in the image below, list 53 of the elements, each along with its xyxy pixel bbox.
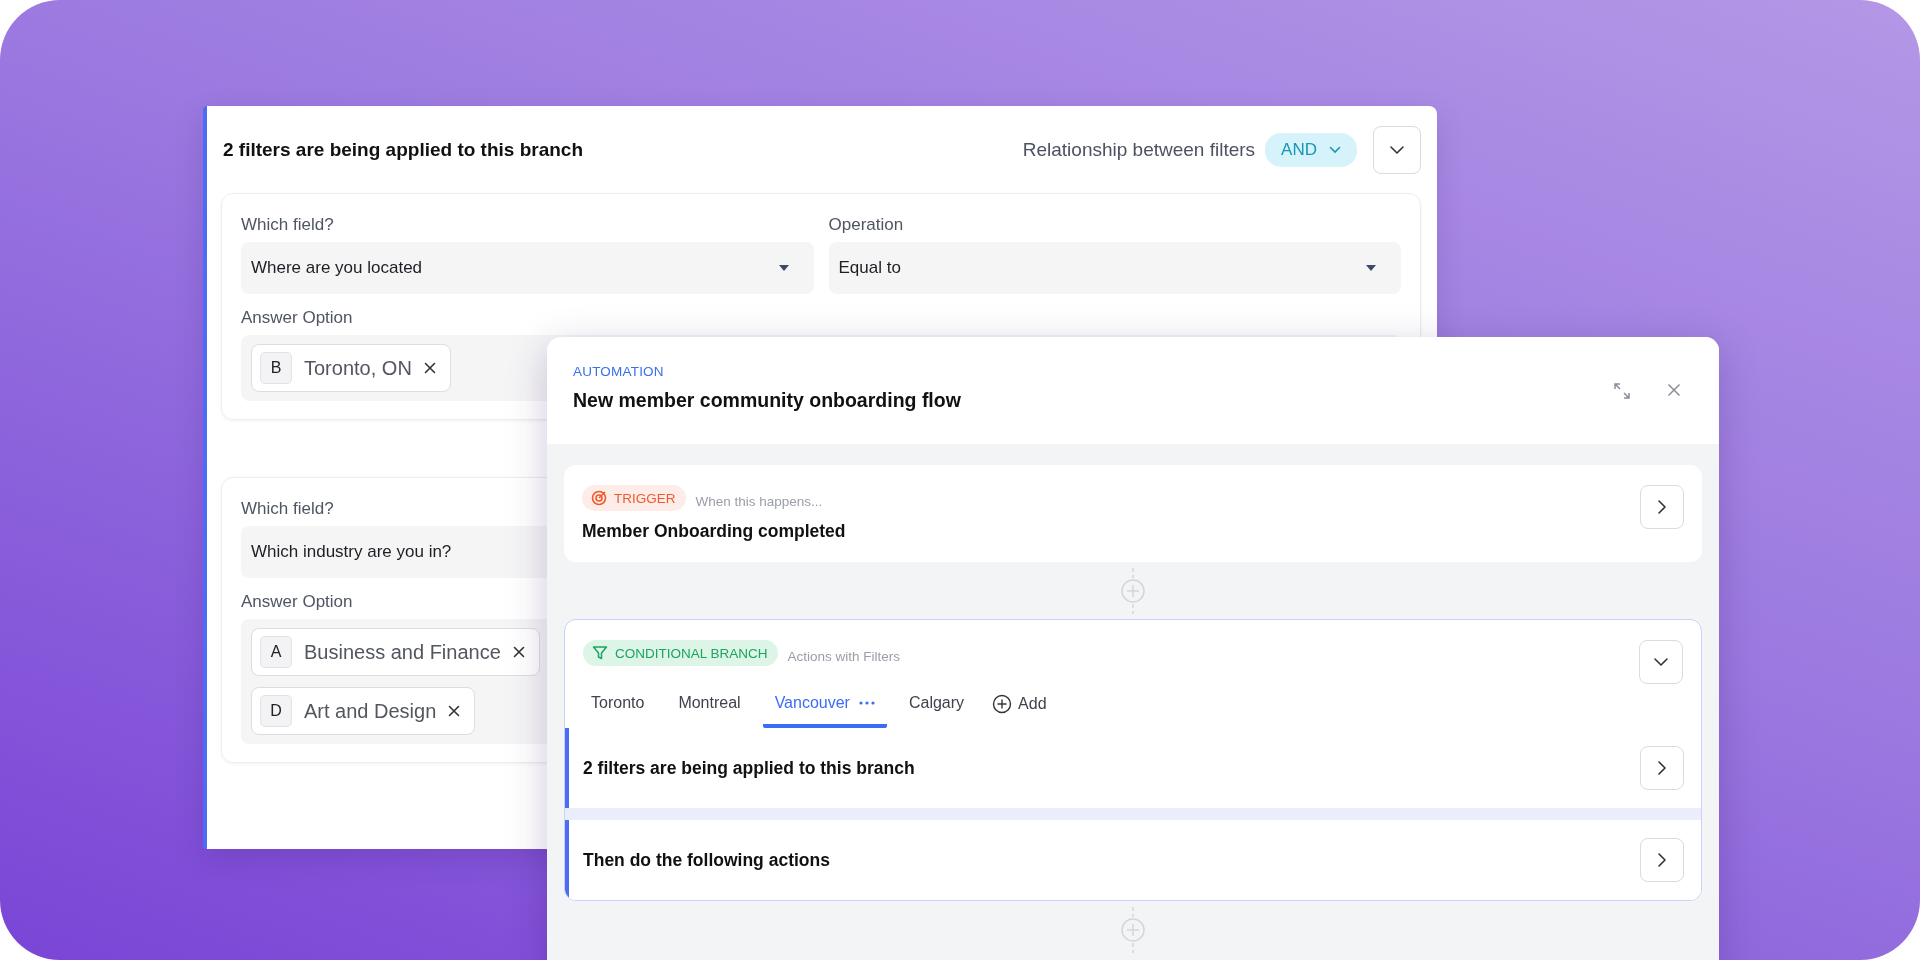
remove-icon[interactable] [423,362,436,374]
field-label: Operation [828,214,904,236]
panel-title: 2 filters are being applied to this branch [223,138,584,161]
branch-row[interactable]: Then do the following actions [565,820,1701,900]
open-button[interactable] [1640,746,1684,790]
chevron-down-icon [1653,657,1669,667]
plus-circle-icon [992,694,1013,714]
add-step-icon[interactable] [1120,906,1146,953]
more-icon[interactable] [858,701,875,705]
expand-icon [1613,382,1631,400]
chevron-down-icon [1329,145,1341,154]
option-text: Toronto, ON [304,356,412,380]
step-hint: Actions with Filters [787,649,901,664]
panel-title: New member community onboarding flow [573,389,961,412]
branch-tab[interactable]: Toronto [579,684,657,728]
branch-badge: CONDITIONAL BRANCH [583,640,778,666]
option-letter: D [260,695,292,727]
field-label: Which field? [241,498,334,520]
chevron-right-icon [1657,760,1667,776]
row-title: 2 filters are being applied to this branch [583,757,915,779]
trigger-badge: TRIGGER [582,485,686,511]
remove-icon[interactable] [448,705,461,717]
close-icon [1667,382,1681,397]
step-hint: When this happens... [695,494,823,509]
expand-button[interactable] [1613,382,1631,400]
option-text: Business and Finance [304,640,501,664]
field-select[interactable]: Where are you located [241,242,814,294]
option-text: Art and Design [304,699,437,723]
branch-tab[interactable]: Calgary [896,684,977,728]
collapse-button[interactable] [1639,640,1683,684]
chevron-right-icon [1657,852,1667,868]
remove-icon[interactable] [512,646,525,658]
open-button[interactable] [1640,838,1684,882]
field-label: Answer Option [241,307,353,329]
row-title: Then do the following actions [583,849,830,871]
branch-tab[interactable]: Montreal [666,684,753,728]
panel-eyebrow: AUTOMATION [573,364,665,379]
add-step-icon[interactable] [1120,567,1146,614]
filter-icon [592,645,608,661]
option-letter: A [260,636,292,668]
chevron-down-icon [1389,144,1405,155]
field-label: Answer Option [241,591,353,613]
open-button[interactable] [1640,485,1684,529]
caret-icon [1365,264,1377,272]
operation-select[interactable]: Equal to [828,242,1401,294]
relationship-label: Relationship between filters [1022,138,1256,161]
collapse-button[interactable] [1373,125,1421,174]
target-icon [591,490,607,506]
chevron-right-icon [1657,499,1667,515]
field-label: Which field? [241,214,334,236]
option-letter: B [260,352,292,384]
add-branch-button[interactable]: Add [986,684,1053,728]
caret-icon [777,264,790,272]
